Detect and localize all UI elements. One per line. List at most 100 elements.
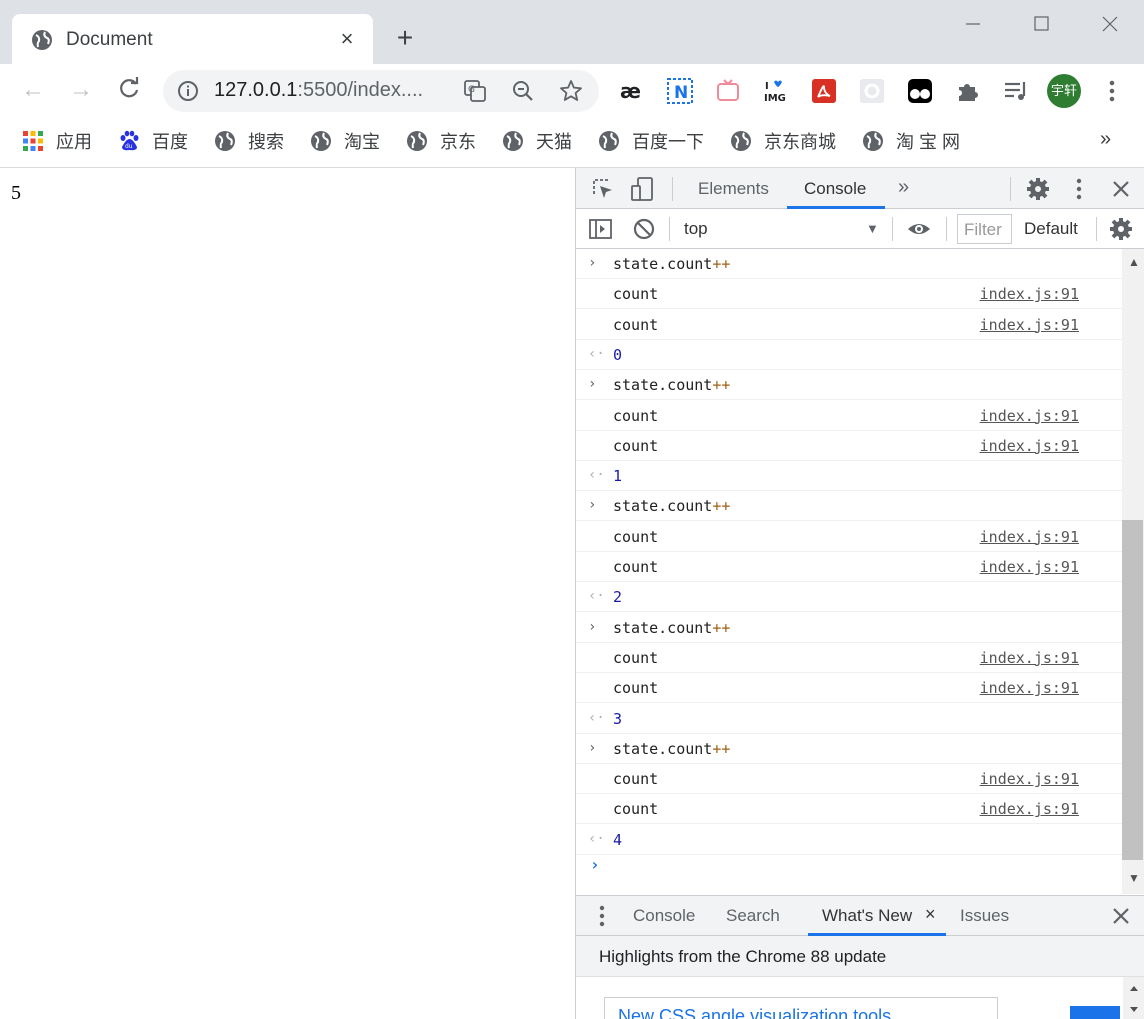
console-result-row: ‹· 4 bbox=[576, 825, 1123, 855]
bookmark-tmall[interactable]: 天猫 bbox=[502, 128, 572, 154]
svg-text:du: du bbox=[125, 143, 133, 150]
bookmarks-bar: 应用 du 百度 搜索 淘宝 京东 天猫 百度一下 京东商城 淘 宝 网 » bbox=[0, 118, 1144, 168]
bookmark-baidu[interactable]: du 百度 bbox=[118, 128, 188, 154]
drawer-tab-close-icon[interactable]: × bbox=[925, 904, 936, 925]
scroll-down-arrow-icon[interactable]: ▼ bbox=[1128, 871, 1140, 885]
console-result-row: ‹· 2 bbox=[576, 582, 1123, 613]
source-link[interactable]: index.js:91 bbox=[980, 407, 1079, 425]
translate-icon[interactable]: G bbox=[463, 79, 487, 103]
minimize-button[interactable] bbox=[960, 10, 988, 38]
back-button[interactable]: ← bbox=[18, 76, 48, 106]
gear-extension-icon[interactable] bbox=[858, 77, 886, 105]
page-viewport: 5 bbox=[0, 168, 575, 1019]
zoom-icon[interactable] bbox=[511, 79, 535, 103]
new-tab-button[interactable]: + bbox=[392, 24, 418, 52]
drawer-tab-issues[interactable]: Issues bbox=[960, 906, 1009, 926]
ae-extension-icon[interactable]: æ bbox=[618, 77, 646, 105]
profile-avatar[interactable]: 宇轩 bbox=[1047, 74, 1081, 108]
console-messages[interactable]: › › state.count++ count index.js:91 count ind… bbox=[576, 249, 1123, 894]
console-settings-gear-icon[interactable] bbox=[1108, 216, 1134, 242]
bookmarks-overflow-button[interactable]: » bbox=[1100, 128, 1111, 151]
bookmark-label: 京东 bbox=[440, 132, 476, 152]
tab-close-icon[interactable]: × bbox=[336, 28, 358, 50]
console-scrollbar[interactable]: ▲ ▼ bbox=[1122, 249, 1144, 894]
console-message-text: count bbox=[613, 285, 659, 304]
menu-kebab-icon[interactable] bbox=[1098, 77, 1126, 105]
sidebar-toggle-icon[interactable] bbox=[588, 216, 614, 242]
bookmark-search[interactable]: 搜索 bbox=[214, 128, 284, 154]
globe-icon bbox=[32, 30, 52, 50]
source-link[interactable]: index.js:91 bbox=[980, 558, 1079, 576]
globe-icon bbox=[599, 131, 619, 151]
result-arrow-icon: ‹· bbox=[588, 588, 605, 605]
feature-thumbnail bbox=[1070, 1006, 1120, 1019]
bookmark-star-icon[interactable] bbox=[559, 79, 583, 103]
device-toolbar-icon[interactable] bbox=[629, 176, 655, 202]
console-message-text: 4 bbox=[613, 830, 623, 849]
console-log-row: count index.js:91 bbox=[576, 643, 1123, 673]
chevron-down-icon[interactable]: ▼ bbox=[866, 221, 879, 236]
console-filter-input[interactable]: Filter bbox=[957, 214, 1012, 244]
drawer-menu-icon[interactable] bbox=[589, 903, 615, 929]
bookmark-jd[interactable]: 京东 bbox=[406, 128, 476, 154]
drawer-tab-whats-new[interactable]: What's New bbox=[822, 906, 912, 926]
settings-gear-icon[interactable] bbox=[1025, 176, 1051, 202]
info-icon[interactable] bbox=[177, 80, 199, 102]
tv-extension-icon[interactable] bbox=[714, 77, 742, 105]
console-log-row: count index.js:91 bbox=[576, 401, 1123, 431]
bookmark-apps[interactable]: 应用 bbox=[22, 128, 92, 154]
live-expression-eye-icon[interactable] bbox=[906, 216, 932, 242]
address-bar[interactable]: 127.0.0.1:5500/index.... G bbox=[163, 70, 599, 112]
reload-button[interactable] bbox=[114, 76, 144, 106]
input-chevron-icon: › bbox=[588, 739, 597, 756]
drawer-scrollbar[interactable] bbox=[1123, 977, 1144, 1019]
source-link[interactable]: index.js:91 bbox=[980, 649, 1079, 667]
devtools-menu-icon[interactable] bbox=[1066, 176, 1092, 202]
bookmark-taobao-wang[interactable]: 淘 宝 网 bbox=[862, 128, 960, 154]
drawer-tab-console[interactable]: Console bbox=[633, 906, 695, 926]
globe-icon bbox=[863, 131, 883, 151]
media-queue-icon[interactable] bbox=[1002, 77, 1030, 105]
source-link[interactable]: index.js:91 bbox=[980, 800, 1079, 818]
inspect-element-icon[interactable] bbox=[590, 176, 616, 202]
more-tabs-button[interactable]: » bbox=[898, 176, 909, 199]
console-prompt[interactable]: › bbox=[590, 855, 600, 874]
pdf-extension-icon[interactable] bbox=[810, 77, 838, 105]
context-selector[interactable]: top bbox=[684, 219, 708, 239]
close-devtools-icon[interactable] bbox=[1108, 176, 1134, 202]
tab-console[interactable]: Console bbox=[804, 179, 866, 199]
result-arrow-icon: ‹· bbox=[588, 709, 605, 726]
bookmark-jd-mall[interactable]: 京东商城 bbox=[730, 128, 836, 154]
source-link[interactable]: index.js:91 bbox=[980, 770, 1079, 788]
source-link[interactable]: index.js:91 bbox=[980, 528, 1079, 546]
feature-card-title[interactable]: New CSS angle visualization tools bbox=[618, 1006, 891, 1019]
tab-strip: Document × + bbox=[0, 0, 1144, 64]
img-extension-icon[interactable]: IIMG bbox=[762, 77, 790, 105]
source-link[interactable]: index.js:91 bbox=[980, 285, 1079, 303]
drawer-tab-search[interactable]: Search bbox=[726, 906, 780, 926]
bookmark-baidu-yixia[interactable]: 百度一下 bbox=[598, 128, 704, 154]
window-close-button[interactable] bbox=[1096, 10, 1124, 38]
forward-button[interactable]: → bbox=[66, 76, 96, 106]
bookmark-taobao[interactable]: 淘宝 bbox=[310, 128, 380, 154]
log-levels-dropdown[interactable]: Default bbox=[1024, 219, 1078, 239]
scrollbar-thumb[interactable] bbox=[1122, 520, 1143, 860]
tab-elements[interactable]: Elements bbox=[698, 179, 769, 199]
clear-console-icon[interactable] bbox=[631, 216, 657, 242]
source-link[interactable]: index.js:91 bbox=[980, 679, 1079, 697]
n-extension-icon[interactable]: N bbox=[666, 77, 694, 105]
extensions-puzzle-icon[interactable] bbox=[954, 77, 982, 105]
scroll-up-arrow-icon[interactable]: ▲ bbox=[1128, 255, 1140, 269]
source-link[interactable]: index.js:91 bbox=[980, 437, 1079, 455]
browser-tab[interactable]: Document × bbox=[12, 14, 373, 64]
separator bbox=[1096, 217, 1097, 241]
close-drawer-icon[interactable] bbox=[1108, 903, 1134, 929]
feature-card[interactable]: New CSS angle visualization tools bbox=[604, 997, 998, 1019]
tampermonkey-extension-icon[interactable] bbox=[906, 77, 934, 105]
globe-icon bbox=[503, 131, 523, 151]
svg-text:I: I bbox=[765, 81, 769, 92]
maximize-button[interactable] bbox=[1028, 10, 1056, 38]
source-link[interactable]: index.js:91 bbox=[980, 316, 1079, 334]
console-input-row: › state.count++ bbox=[576, 370, 1123, 401]
url-text[interactable]: 127.0.0.1:5500/index.... bbox=[214, 79, 423, 102]
